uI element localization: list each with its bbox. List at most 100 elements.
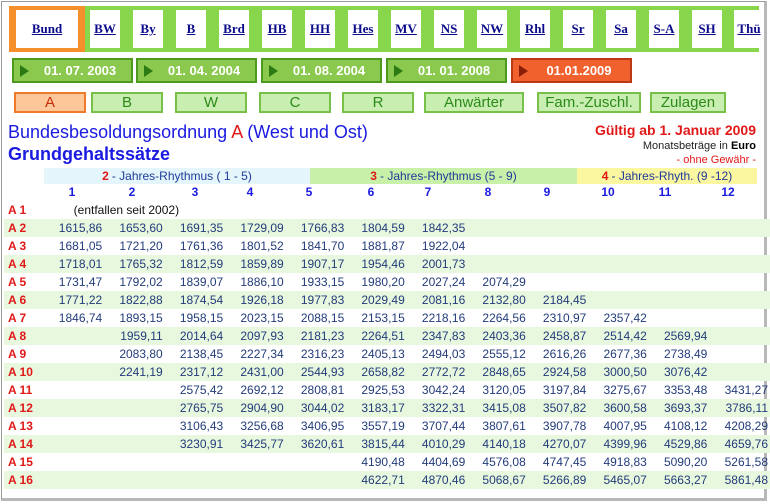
salary-cell: 1846,74 bbox=[58, 311, 103, 325]
salary-cell bbox=[467, 237, 528, 255]
category-button-2[interactable]: W bbox=[175, 92, 247, 113]
salary-cell: 2317,12 bbox=[164, 363, 226, 381]
state-tab-bw[interactable]: BW bbox=[85, 6, 125, 52]
state-tab-label: Thü bbox=[737, 21, 761, 36]
salary-cell bbox=[43, 399, 105, 417]
state-tab-hb[interactable]: HB bbox=[257, 6, 297, 52]
salary-cell: 1922,04 bbox=[421, 239, 466, 253]
grade-label: A 8 bbox=[4, 327, 44, 345]
title-suffix: (West und Ost) bbox=[242, 122, 368, 142]
state-tab-rhl[interactable]: Rhl bbox=[515, 6, 555, 52]
date-button-3[interactable]: 01. 01. 2008 bbox=[386, 58, 507, 83]
salary-cell: 2848,65 bbox=[467, 363, 528, 381]
rhythm-text: - Jahres-Rhythmus ( 1 - 5) bbox=[111, 169, 252, 183]
salary-cell: 2264,56 bbox=[482, 311, 526, 325]
step-number: 2 bbox=[128, 185, 136, 199]
salary-cell: 1771,22 bbox=[43, 291, 105, 309]
salary-cell bbox=[527, 219, 589, 237]
salary-cell bbox=[709, 255, 770, 273]
state-tab-b[interactable]: B bbox=[171, 6, 211, 52]
state-tab-nw[interactable]: NW bbox=[472, 6, 512, 52]
salary-cell: 1874,54 bbox=[164, 291, 226, 309]
category-button-0[interactable]: A bbox=[14, 92, 86, 113]
state-tab-hh[interactable]: HH bbox=[300, 6, 340, 52]
salary-cell bbox=[709, 363, 770, 381]
category-button-3[interactable]: C bbox=[259, 92, 331, 113]
salary-cell: 2153,15 bbox=[361, 311, 405, 325]
table-row: A 8 1959,11 2014,64 2097,93 2181,23 2264,51 23… bbox=[4, 327, 770, 345]
salary-cell bbox=[43, 435, 105, 453]
salary-cell bbox=[104, 399, 165, 417]
category-button-6[interactable]: Fam.-Zuschl. bbox=[537, 92, 641, 113]
title-grade-letter: A bbox=[231, 122, 243, 142]
state-tab-sr[interactable]: Sr bbox=[558, 6, 598, 52]
salary-cell: 2083,80 bbox=[119, 347, 163, 361]
table-row: A 16 4622,71 4870,46 5068,67 5266,89 5465,07 5… bbox=[4, 471, 770, 489]
state-tab-bund[interactable]: Bund bbox=[9, 6, 85, 52]
units-label: Monatsbeträge in Euro bbox=[643, 140, 756, 152]
date-button-4[interactable]: 01.01.2009 bbox=[511, 58, 632, 83]
salary-cell: 2924,58 bbox=[527, 363, 589, 381]
salary-cell bbox=[588, 291, 649, 309]
state-tab-by[interactable]: By bbox=[128, 6, 168, 52]
category-button-7[interactable]: Zulagen bbox=[650, 92, 726, 113]
category-button-1[interactable]: B bbox=[91, 92, 163, 113]
salary-cell: 3507,82 bbox=[527, 399, 589, 417]
grade-label: A 9 bbox=[8, 347, 27, 361]
salary-cell bbox=[104, 417, 165, 435]
salary-cell: 1801,52 bbox=[240, 239, 284, 253]
salary-cell: 1980,20 bbox=[361, 275, 405, 289]
date-button-1[interactable]: 01. 04. 2004 bbox=[136, 58, 257, 83]
state-tab-inner: Sa bbox=[606, 10, 636, 48]
salary-cell bbox=[648, 255, 710, 273]
salary-cell bbox=[588, 219, 649, 237]
salary-cell: 2310,97 bbox=[542, 311, 587, 325]
salary-cell: 2808,81 bbox=[300, 383, 345, 397]
salary-cell: 5068,67 bbox=[467, 471, 528, 489]
salary-cell bbox=[648, 291, 710, 309]
state-tab-mv[interactable]: MV bbox=[386, 6, 426, 52]
salary-cell: 1731,47 bbox=[58, 275, 103, 289]
step-number: 6 bbox=[367, 185, 375, 199]
salary-cell: 2357,42 bbox=[603, 311, 647, 325]
state-tab-inner: BW bbox=[90, 10, 120, 48]
step-number: 4 bbox=[246, 185, 254, 199]
state-tab-ns[interactable]: NS bbox=[429, 6, 469, 52]
state-tab-hes[interactable]: Hes bbox=[343, 6, 383, 52]
salary-cell bbox=[709, 219, 770, 237]
salary-cell: 3076,42 bbox=[648, 363, 710, 381]
salary-cell bbox=[43, 471, 105, 489]
rhythm-text: - Jahres-Rhyth. (9 -12) bbox=[611, 169, 733, 183]
page-subtitle: Grundgehaltssätze bbox=[8, 144, 171, 164]
state-tab-sh[interactable]: SH bbox=[687, 6, 727, 52]
salary-cell: 1859,89 bbox=[225, 255, 286, 273]
salary-cell: 2677,36 bbox=[603, 347, 647, 361]
rhythm-num: 4 bbox=[601, 169, 609, 183]
salary-cell: 2316,23 bbox=[300, 347, 345, 361]
salary-cell: 4576,08 bbox=[482, 455, 526, 469]
state-tab-sa[interactable]: Sa bbox=[601, 6, 641, 52]
state-tab-inner: NW bbox=[477, 10, 507, 48]
grade-label: A 4 bbox=[4, 255, 44, 273]
salary-cell: 2405,13 bbox=[361, 347, 405, 361]
state-tab-s-a[interactable]: S-A bbox=[644, 6, 684, 52]
salary-cell bbox=[709, 309, 770, 327]
category-button-4[interactable]: R bbox=[342, 92, 414, 113]
salary-cell bbox=[43, 327, 105, 345]
salary-cell: 2569,94 bbox=[648, 327, 710, 345]
salary-cell bbox=[104, 435, 165, 453]
units-currency: Euro bbox=[730, 140, 756, 152]
state-tab-thü[interactable]: Thü bbox=[729, 6, 769, 52]
date-button-2[interactable]: 01. 08. 2004 bbox=[261, 58, 382, 83]
salary-cell: 2403,36 bbox=[467, 327, 528, 345]
state-tab-label: Sr bbox=[571, 21, 585, 36]
grade-label: A 11 bbox=[8, 383, 33, 397]
salary-cell: 2555,12 bbox=[482, 347, 526, 361]
salary-cell: 2431,00 bbox=[225, 363, 286, 381]
date-button-0[interactable]: 01. 07. 2003 bbox=[12, 58, 133, 83]
category-button-5[interactable]: Anwärter bbox=[424, 92, 524, 113]
step-number: 1 bbox=[68, 185, 76, 199]
salary-cell bbox=[165, 453, 226, 471]
state-tab-brd[interactable]: Brd bbox=[214, 6, 254, 52]
salary-cell: 2218,16 bbox=[421, 311, 466, 325]
